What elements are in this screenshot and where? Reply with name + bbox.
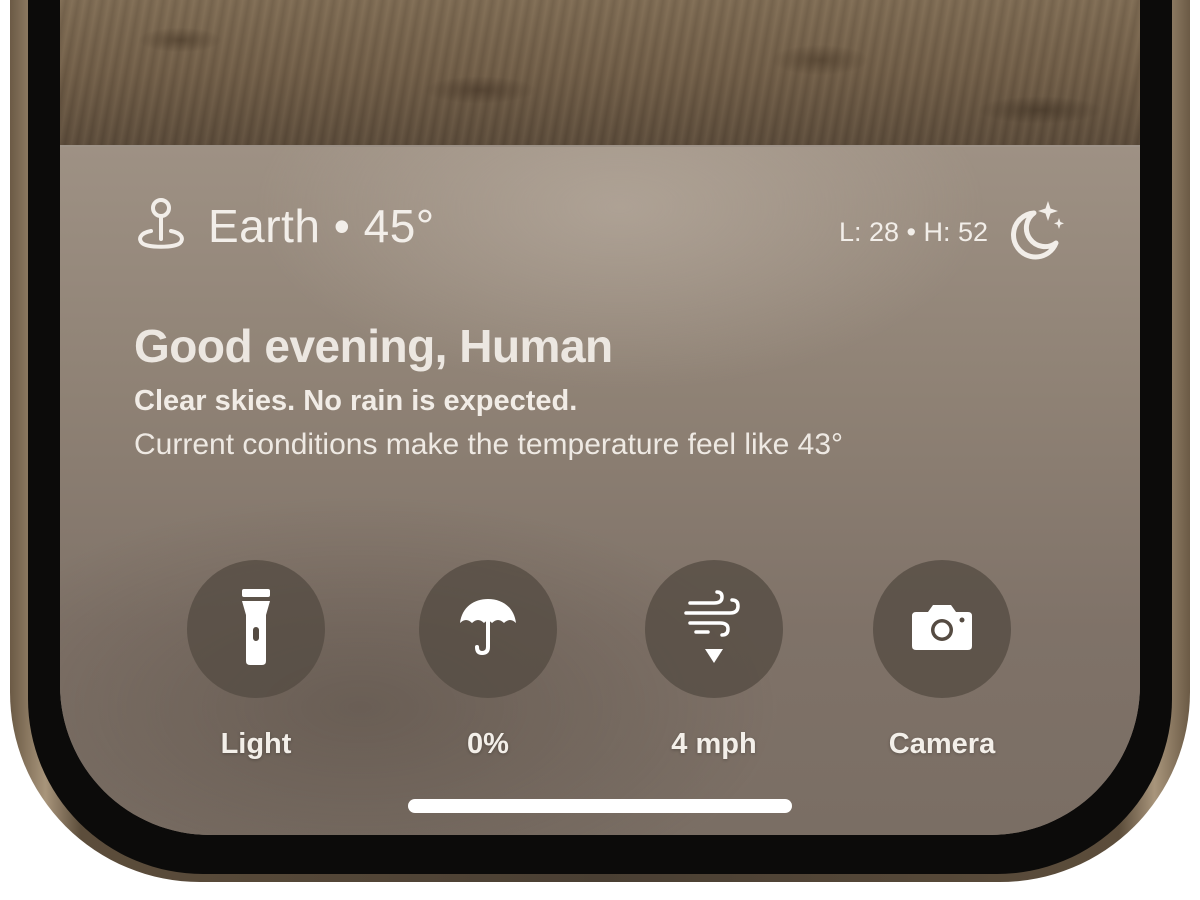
precipitation-control[interactable]: 0% [408,560,568,761]
phone-screen: Earth • 45° L: 28 • H: 52 Good evening, … [60,0,1140,835]
umbrella-icon [456,595,520,664]
wind-icon [684,589,744,670]
landscape-photo [60,0,1140,145]
location-pin-icon [134,197,188,255]
camera-label: Camera [888,728,996,760]
camera-control[interactable]: Camera [862,560,1022,761]
camera-button[interactable] [873,560,1011,698]
high-low-row: L: 28 • H: 52 [839,199,1064,266]
feels-like-detail: Current conditions make the temperature … [134,428,844,461]
moon-stars-icon [1004,199,1064,266]
weather-panel: Earth • 45° L: 28 • H: 52 Good evening, … [60,145,1140,835]
low-high-temperature: L: 28 • H: 52 [838,217,988,247]
flashlight-button[interactable] [187,560,325,698]
wind-control[interactable]: 4 mph [634,560,794,761]
light-control[interactable]: Light [176,560,336,761]
flashlight-icon [236,588,276,670]
camera-icon [910,602,974,657]
home-indicator[interactable] [408,799,792,813]
quick-controls: Light 0% 4 mph Camera [60,560,1140,770]
weather-summary: Clear skies. No rain is expected. [134,385,578,417]
light-label: Light [220,728,292,760]
location-temperature: Earth • 45° [208,200,435,252]
page: Earth • 45° L: 28 • H: 52 Good evening, … [0,0,1200,900]
location-row[interactable]: Earth • 45° [134,197,435,255]
umbrella-button[interactable] [419,560,557,698]
rain-chance-label: 0% [467,728,509,760]
wind-button[interactable] [645,560,783,698]
greeting-heading: Good evening, Human [134,320,613,372]
wind-speed-label: 4 mph [671,728,757,760]
